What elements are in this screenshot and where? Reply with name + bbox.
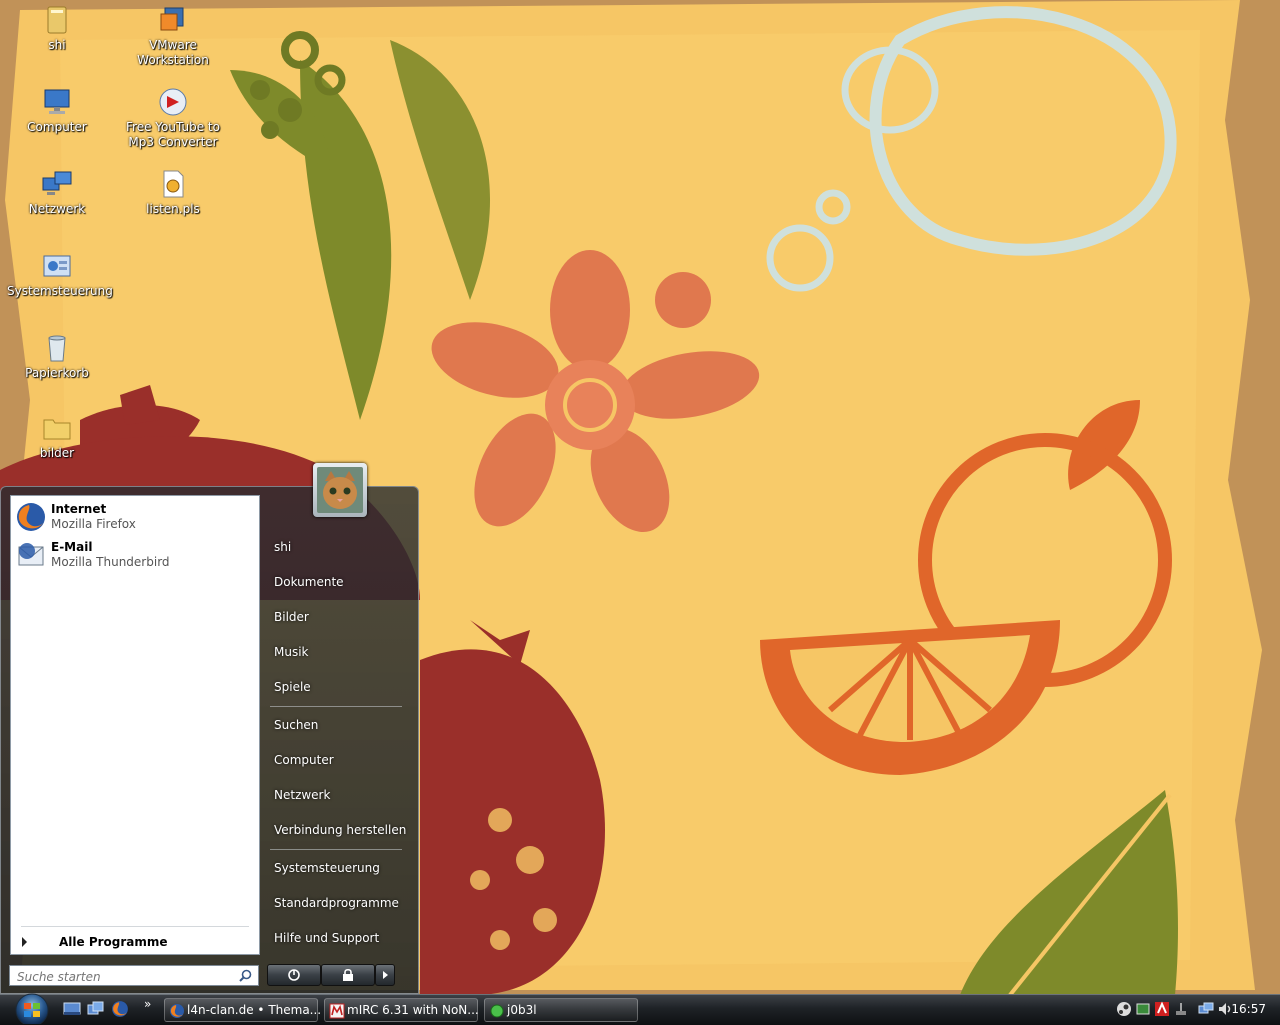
- places-item-network[interactable]: Netzwerk: [274, 788, 330, 802]
- taskbar-button-label: mIRC 6.31 with NoN...: [347, 1003, 479, 1017]
- power-button[interactable]: [267, 964, 321, 986]
- vmware-icon: [160, 7, 184, 31]
- show-desktop-icon[interactable]: [63, 1001, 81, 1017]
- pinned-item-subtitle: Mozilla Firefox: [51, 517, 136, 531]
- tray-app-icon[interactable]: [1135, 1001, 1151, 1017]
- desktop-icon-bilder[interactable]: bilder: [7, 412, 107, 461]
- desktop-icon-computer[interactable]: Computer: [7, 86, 107, 135]
- places-item-computer[interactable]: Computer: [274, 753, 334, 767]
- desktop-icon-systemsteuerung[interactable]: Systemsteuerung: [7, 250, 113, 299]
- taskbar-button-firefox[interactable]: l4n-clan.de • Thema...: [164, 998, 322, 1022]
- switch-windows-icon[interactable]: [87, 1001, 105, 1017]
- pinned-item-title: E-Mail: [51, 540, 93, 554]
- taskbar-button-j0b3l[interactable]: j0b3l: [484, 998, 638, 1022]
- separator: [21, 926, 249, 927]
- taskbar-button-label: j0b3l: [507, 1003, 537, 1017]
- taskbar-clock[interactable]: 16:57: [1231, 1002, 1266, 1016]
- green-status-icon: [490, 1004, 504, 1018]
- start-menu: Internet Mozilla Firefox E-Mail Mozilla …: [0, 486, 419, 994]
- control-panel-icon: [43, 255, 71, 277]
- desktop-icon-label: VMware Workstation: [137, 38, 209, 67]
- desktop-icon-shi[interactable]: shi: [7, 4, 107, 53]
- youtube-mp3-converter-icon: [159, 88, 187, 116]
- search-icon: [239, 969, 252, 982]
- quicklaunch-chevron[interactable]: »: [144, 997, 151, 1011]
- arrow-right-icon: [22, 937, 27, 947]
- thunderbird-icon: [18, 543, 44, 566]
- desktop-icon-listen-pls[interactable]: listen.pls: [123, 168, 223, 217]
- pinned-item-internet[interactable]: Internet Mozilla Firefox: [13, 498, 257, 536]
- taskbar-button-mirc[interactable]: mIRC 6.31 with NoN...: [324, 998, 479, 1022]
- network-icon: [42, 171, 72, 195]
- user-account-picture[interactable]: [313, 463, 367, 517]
- folder-icon: [43, 419, 71, 440]
- desktop-icon-netzwerk[interactable]: Netzwerk: [7, 168, 107, 217]
- desktop-icon-vmware[interactable]: VMware Workstation: [123, 4, 223, 68]
- start-button[interactable]: [10, 993, 54, 1024]
- mirc-icon: [329, 1003, 345, 1019]
- places-item-music[interactable]: Musik: [274, 645, 309, 659]
- desktop-icon-youtube-mp3[interactable]: Free YouTube to Mp3 Converter: [123, 86, 223, 150]
- taskbar: » l4n-clan.de • Thema... mIRC 6.31 with …: [0, 994, 1280, 1025]
- antenna-icon[interactable]: [1173, 1001, 1189, 1017]
- firefox-icon: [170, 1004, 184, 1018]
- places-item-help-support[interactable]: Hilfe und Support: [274, 931, 379, 945]
- kitten-avatar-icon: [317, 467, 363, 513]
- places-item-documents[interactable]: Dokumente: [274, 575, 344, 589]
- places-item-user[interactable]: shi: [274, 540, 291, 554]
- desktop-icon-label: shi: [48, 38, 66, 52]
- firefox-icon: [17, 503, 45, 531]
- computer-icon: [44, 89, 70, 114]
- places-item-pictures[interactable]: Bilder: [274, 610, 309, 624]
- desktop-icon-label: Computer: [27, 120, 87, 134]
- lock-button[interactable]: [321, 964, 375, 986]
- desktop-icon-label: bilder: [39, 446, 75, 460]
- steam-icon[interactable]: [1116, 1001, 1132, 1017]
- all-programs-button[interactable]: Alle Programme: [15, 932, 255, 952]
- separator: [270, 706, 402, 707]
- desktop-icon-papierkorb[interactable]: Papierkorb: [7, 332, 107, 381]
- user-folder-icon: [47, 6, 67, 34]
- pinned-item-email[interactable]: E-Mail Mozilla Thunderbird: [13, 536, 257, 574]
- desktop-icon-label: listen.pls: [146, 202, 200, 216]
- all-programs-label: Alle Programme: [59, 935, 168, 949]
- separator: [270, 849, 402, 850]
- power-controls: [267, 964, 395, 986]
- power-options-button[interactable]: [375, 964, 395, 986]
- desktop-icon-label: Systemsteuerung: [7, 284, 113, 298]
- places-item-control-panel[interactable]: Systemsteuerung: [274, 861, 380, 875]
- start-menu-programs-pane: Internet Mozilla Firefox E-Mail Mozilla …: [10, 495, 260, 955]
- start-menu-places-pane: shi Dokumente Bilder Musik Spiele Suchen…: [260, 487, 420, 967]
- places-item-connect-to[interactable]: Verbindung herstellen: [274, 823, 406, 837]
- desktop-icon-label: Papierkorb: [25, 366, 89, 380]
- antivirus-icon[interactable]: [1154, 1001, 1170, 1017]
- pinned-item-title: Internet: [51, 502, 107, 516]
- desktop-icon-label: Netzwerk: [28, 202, 86, 216]
- places-item-search[interactable]: Suchen: [274, 718, 318, 732]
- firefox-icon[interactable]: [111, 1000, 129, 1018]
- start-search-box[interactable]: [9, 965, 259, 986]
- network-status-icon[interactable]: [1198, 1001, 1214, 1017]
- playlist-file-icon: [163, 170, 184, 198]
- recycle-bin-icon: [48, 335, 66, 362]
- desktop-icon-label: Free YouTube to Mp3 Converter: [126, 120, 220, 149]
- places-item-games[interactable]: Spiele: [274, 680, 311, 694]
- start-search-input[interactable]: [15, 967, 239, 986]
- taskbar-button-label: l4n-clan.de • Thema...: [187, 1003, 322, 1017]
- arrow-right-icon: [383, 971, 388, 979]
- lock-icon: [343, 968, 353, 981]
- pinned-item-subtitle: Mozilla Thunderbird: [51, 555, 170, 569]
- power-icon: [288, 969, 300, 981]
- places-item-default-programs[interactable]: Standardprogramme: [274, 896, 399, 910]
